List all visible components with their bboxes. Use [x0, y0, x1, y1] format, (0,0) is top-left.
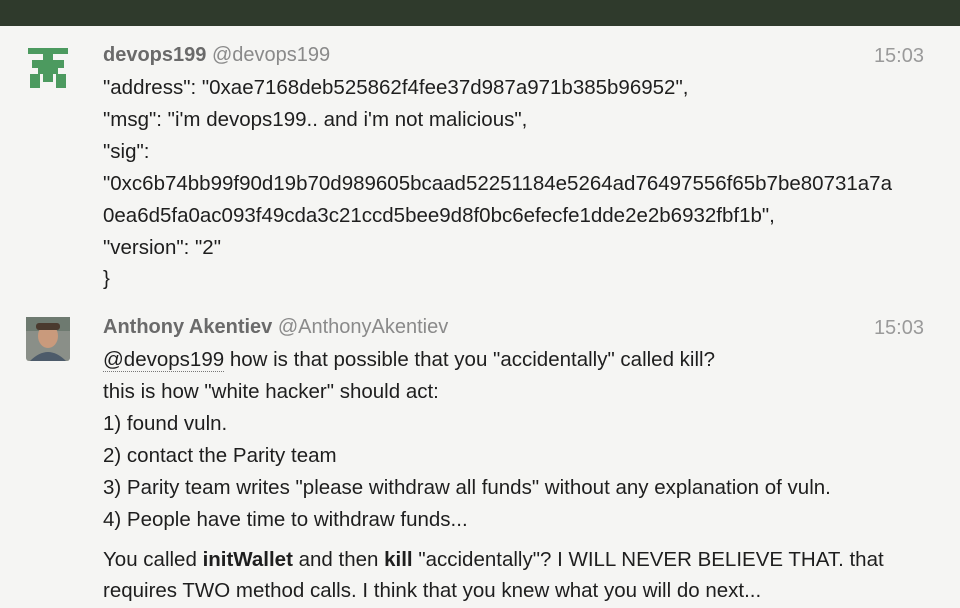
bold-text: kill	[384, 548, 413, 571]
message-line: this is how "white hacker" should act:	[103, 380, 439, 403]
message-line: You called initWallet and then kill "acc…	[103, 548, 884, 572]
message-line: "address": "0xae7168deb525862f4fee37d987…	[103, 76, 689, 99]
author-name[interactable]: Anthony Akentiev	[103, 316, 272, 338]
message-line: 2) contact the Parity team	[103, 444, 337, 467]
avatar[interactable]	[26, 46, 70, 90]
window-top-bar	[0, 0, 960, 26]
message-line: "0xc6b74bb99f90d19b70d989605bcaad5225118…	[103, 172, 892, 195]
message-header: devops199 @devops199	[103, 44, 330, 67]
message-line: 0ea6d5fa0ac093f49cda3c21ccd5bee9d8f0bc6e…	[103, 204, 775, 227]
message-timestamp: 15:03	[873, 317, 924, 339]
user-photo-icon	[26, 317, 70, 361]
author-handle[interactable]: @AnthonyAkentiev	[278, 316, 448, 338]
author-handle[interactable]: @devops199	[212, 44, 330, 66]
message-line: "version": "2"	[103, 236, 221, 259]
message-line: requires TWO method calls. I think that …	[103, 579, 762, 602]
message-text: and then	[292, 548, 385, 571]
author-name[interactable]: devops199	[103, 44, 206, 66]
message-header: Anthony Akentiev @AnthonyAkentiev	[103, 316, 448, 339]
message-line: "msg": "i'm devops199.. and i'm not mali…	[103, 108, 528, 131]
message-timestamp: 15:03	[873, 45, 924, 67]
message-line: }	[103, 267, 110, 290]
identicon-icon	[26, 46, 70, 90]
message-line: 3) Parity team writes "please withdraw a…	[103, 476, 831, 499]
message-text: "accidentally"? I WILL NEVER BELIEVE THA…	[412, 548, 884, 571]
message-line: "sig":	[103, 140, 150, 163]
user-mention-link[interactable]: @devops199	[103, 348, 225, 372]
message-line: 4) People have time to withdraw funds...	[103, 508, 468, 531]
message-text: You called	[103, 548, 203, 571]
message-line: 1) found vuln.	[103, 412, 228, 435]
bold-text: initWallet	[202, 548, 293, 571]
message-text: how is that possible that you "accidenta…	[224, 348, 715, 371]
message-line: @devops199 how is that possible that you…	[103, 348, 715, 372]
avatar[interactable]	[26, 317, 70, 361]
